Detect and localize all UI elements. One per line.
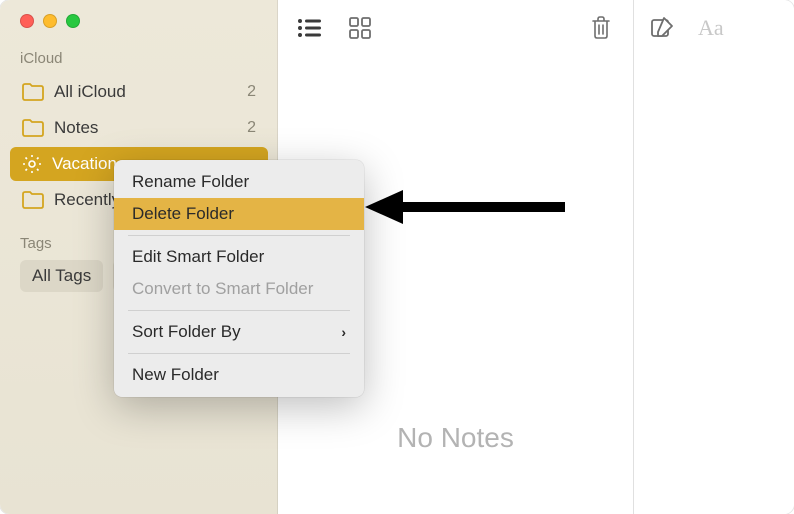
close-window-button[interactable] — [20, 14, 34, 28]
folder-icon — [22, 83, 44, 101]
sidebar-section-header: iCloud — [0, 50, 278, 75]
maximize-window-button[interactable] — [66, 14, 80, 28]
folder-count: 2 — [247, 83, 256, 101]
chevron-right-icon: › — [341, 324, 346, 340]
toolbar — [278, 0, 633, 56]
folder-count: 2 — [247, 119, 256, 137]
format-button[interactable]: Aa — [698, 15, 724, 41]
editor-pane: Aa — [634, 0, 794, 514]
menu-rename-folder[interactable]: Rename Folder — [114, 166, 364, 198]
trash-button[interactable] — [585, 12, 617, 44]
menu-sort-folder-by[interactable]: Sort Folder By › — [114, 316, 364, 348]
compose-button[interactable] — [650, 16, 674, 40]
menu-divider — [128, 310, 350, 311]
folder-icon — [22, 191, 44, 209]
menu-delete-folder[interactable]: Delete Folder — [114, 198, 364, 230]
list-view-button[interactable] — [294, 12, 326, 44]
gear-icon — [22, 154, 42, 174]
tag-chip-all[interactable]: All Tags — [20, 260, 103, 292]
grid-view-button[interactable] — [344, 12, 376, 44]
folder-icon — [22, 119, 44, 137]
menu-item-label: Sort Folder By — [132, 322, 241, 342]
sidebar-folder-all-icloud[interactable]: All iCloud 2 — [10, 75, 268, 109]
menu-divider — [128, 235, 350, 236]
menu-divider — [128, 353, 350, 354]
menu-new-folder[interactable]: New Folder — [114, 359, 364, 391]
sidebar-folder-notes[interactable]: Notes 2 — [10, 111, 268, 145]
context-menu: Rename Folder Delete Folder Edit Smart F… — [114, 160, 364, 397]
folder-label: All iCloud — [54, 82, 247, 102]
folder-label: Notes — [54, 118, 247, 138]
minimize-window-button[interactable] — [43, 14, 57, 28]
menu-edit-smart-folder[interactable]: Edit Smart Folder — [114, 241, 364, 273]
editor-toolbar: Aa — [634, 0, 794, 56]
window-controls — [0, 14, 278, 28]
menu-convert-smart-folder: Convert to Smart Folder — [114, 273, 364, 305]
